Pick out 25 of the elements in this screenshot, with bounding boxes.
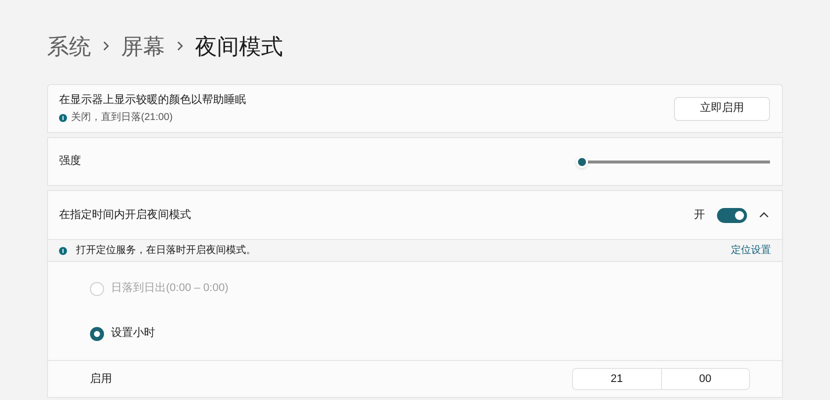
radio-button[interactable] xyxy=(90,326,104,340)
slider-thumb[interactable] xyxy=(576,156,588,168)
enable-now-button[interactable]: 立即启用 xyxy=(674,96,770,120)
chevron-icon[interactable] xyxy=(759,212,769,218)
info-icon xyxy=(59,246,67,254)
chevron-right-icon xyxy=(177,41,183,51)
chevron-right-icon xyxy=(103,41,109,51)
time-picker[interactable]: 21 00 xyxy=(572,368,750,390)
page-title: 夜间模式 xyxy=(195,32,283,60)
notice-text: 打开定位服务，在日落时开启夜间模式。 xyxy=(76,244,256,258)
breadcrumb-link[interactable]: 屏幕 xyxy=(121,30,165,62)
toggle-switch[interactable] xyxy=(717,208,747,222)
location-settings-link[interactable]: 定位设置 xyxy=(731,243,771,258)
status-text: 关闭，直到日落(21:00) xyxy=(71,110,173,126)
toggle-label: 开 xyxy=(694,208,705,223)
breadcrumb-link[interactable]: 系统 xyxy=(47,30,91,62)
info-icon xyxy=(59,114,67,122)
setting-label: 启用 xyxy=(90,372,112,387)
minute-field[interactable]: 00 xyxy=(662,369,749,389)
setting-title: 在指定时间内开启夜间模式 xyxy=(59,208,191,223)
setting-title: 强度 xyxy=(59,154,81,170)
hour-field[interactable]: 21 xyxy=(573,369,662,389)
radio-label: 日落到日出(0:00 – 0:00) xyxy=(111,281,228,296)
setting-title: 在显示器上显示较暖的颜色以帮助睡眠 xyxy=(59,92,246,108)
radio-label: 设置小时 xyxy=(111,326,155,342)
